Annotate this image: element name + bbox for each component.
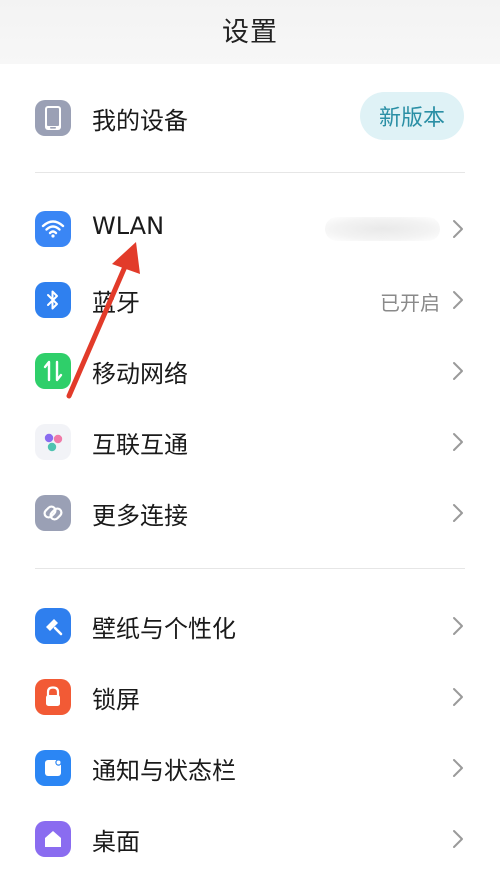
divider: [35, 568, 465, 569]
phone-icon: [35, 100, 71, 136]
bluetooth-icon: [35, 282, 71, 318]
bluetooth-status: 已开启: [380, 291, 440, 315]
chevron-right-icon: [453, 504, 463, 522]
paintbrush-icon: [35, 608, 71, 644]
notification-icon: [35, 750, 71, 786]
settings-item-bluetooth[interactable]: 蓝牙 已开启: [0, 270, 500, 330]
top-bar: 设置: [0, 0, 500, 64]
wifi-icon: [35, 211, 71, 247]
page-title: 设置: [222, 17, 278, 48]
chevron-right-icon: [453, 291, 463, 309]
lock-screen-label: 锁屏: [92, 686, 140, 714]
chevron-right-icon: [453, 220, 463, 238]
desktop-label: 桌面: [92, 828, 140, 856]
home-icon: [35, 821, 71, 857]
my-device-label: 我的设备: [92, 107, 188, 135]
lock-icon: [35, 679, 71, 715]
settings-item-lock-screen[interactable]: 锁屏: [0, 667, 500, 727]
more-connections-label: 更多连接: [92, 502, 188, 530]
new-version-badge[interactable]: 新版本: [360, 92, 464, 140]
chevron-right-icon: [453, 617, 463, 635]
settings-item-more-connections[interactable]: 更多连接: [0, 483, 500, 543]
mobile-network-label: 移动网络: [92, 360, 188, 388]
bluetooth-label: 蓝牙: [92, 289, 140, 317]
chevron-right-icon: [453, 830, 463, 848]
settings-item-desktop[interactable]: 桌面: [0, 809, 500, 869]
wallpaper-label: 壁纸与个性化: [92, 615, 236, 643]
settings-item-notifications[interactable]: 通知与状态栏: [0, 738, 500, 798]
link-icon: [35, 495, 71, 531]
wlan-label: WLAN: [92, 212, 165, 240]
chevron-right-icon: [453, 759, 463, 777]
interconnect-label: 互联互通: [92, 431, 188, 459]
chevron-right-icon: [453, 433, 463, 451]
notifications-label: 通知与状态栏: [92, 757, 236, 785]
divider: [35, 172, 465, 173]
chevron-right-icon: [453, 688, 463, 706]
mobile-data-icon: [35, 353, 71, 389]
wlan-network-name-blurred: [325, 217, 440, 241]
settings-item-wlan[interactable]: WLAN: [0, 199, 500, 259]
settings-item-wallpaper[interactable]: 壁纸与个性化: [0, 596, 500, 656]
settings-item-mobile-network[interactable]: 移动网络: [0, 341, 500, 401]
settings-item-interconnect[interactable]: 互联互通: [0, 412, 500, 472]
chevron-right-icon: [453, 362, 463, 380]
interconnect-icon: [35, 424, 71, 460]
